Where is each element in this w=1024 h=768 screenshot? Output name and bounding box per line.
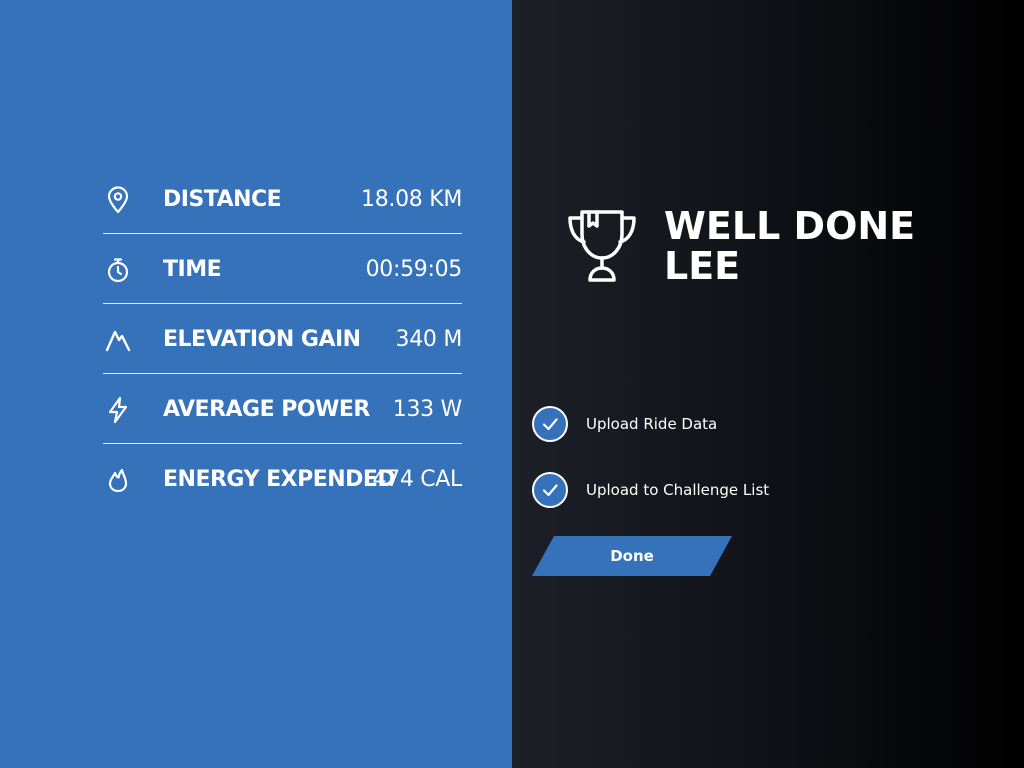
stat-row-energy: ENERGY EXPENDED 474 CAL — [103, 444, 462, 514]
stats-panel: DISTANCE 18.08 KM TIME 00:59:05 ELEVATIO… — [0, 0, 512, 768]
stat-value: 340 M — [395, 327, 463, 352]
option-label: Upload Ride Data — [586, 415, 718, 433]
stats-list: DISTANCE 18.08 KM TIME 00:59:05 ELEVATIO… — [103, 164, 462, 514]
stopwatch-icon — [103, 255, 133, 285]
checkbox-upload-challenge-list[interactable] — [532, 472, 568, 508]
lightning-bolt-icon — [103, 395, 133, 425]
stat-label: ENERGY EXPENDED — [163, 467, 396, 492]
option-upload-challenge-list[interactable]: Upload to Challenge List — [532, 470, 769, 510]
mountain-icon — [103, 325, 133, 355]
ride-summary-screen: DISTANCE 18.08 KM TIME 00:59:05 ELEVATIO… — [0, 0, 1024, 768]
congrats-headline: WELL DONE LEE — [664, 206, 915, 286]
stat-row-time: TIME 00:59:05 — [103, 234, 462, 304]
stat-value: 00:59:05 — [365, 257, 463, 282]
checkmark-icon — [542, 418, 558, 431]
done-button[interactable]: Done — [532, 536, 732, 576]
done-button-label: Done — [610, 547, 654, 565]
headline-line-1: WELL DONE — [664, 204, 916, 248]
stat-value: 133 W — [392, 397, 463, 422]
checkbox-upload-ride-data[interactable] — [532, 406, 568, 442]
stat-label: AVERAGE POWER — [163, 397, 370, 422]
stat-value: 18.08 KM — [361, 187, 462, 212]
stat-row-distance: DISTANCE 18.08 KM — [103, 164, 462, 234]
stat-label: TIME — [163, 257, 222, 282]
stat-label: DISTANCE — [163, 187, 282, 212]
stat-row-elevation: ELEVATION GAIN 340 M — [103, 304, 462, 374]
stat-label: ELEVATION GAIN — [163, 327, 361, 352]
stat-value: 474 CAL — [372, 467, 462, 492]
headline-line-2: LEE — [664, 244, 741, 288]
location-pin-icon — [103, 185, 133, 215]
checkmark-icon — [542, 484, 558, 497]
option-label: Upload to Challenge List — [586, 481, 770, 499]
completion-panel — [512, 0, 1024, 768]
flame-icon — [103, 465, 133, 495]
option-upload-ride-data[interactable]: Upload Ride Data — [532, 404, 717, 444]
trophy-icon — [560, 204, 644, 288]
stat-row-power: AVERAGE POWER 133 W — [103, 374, 462, 444]
